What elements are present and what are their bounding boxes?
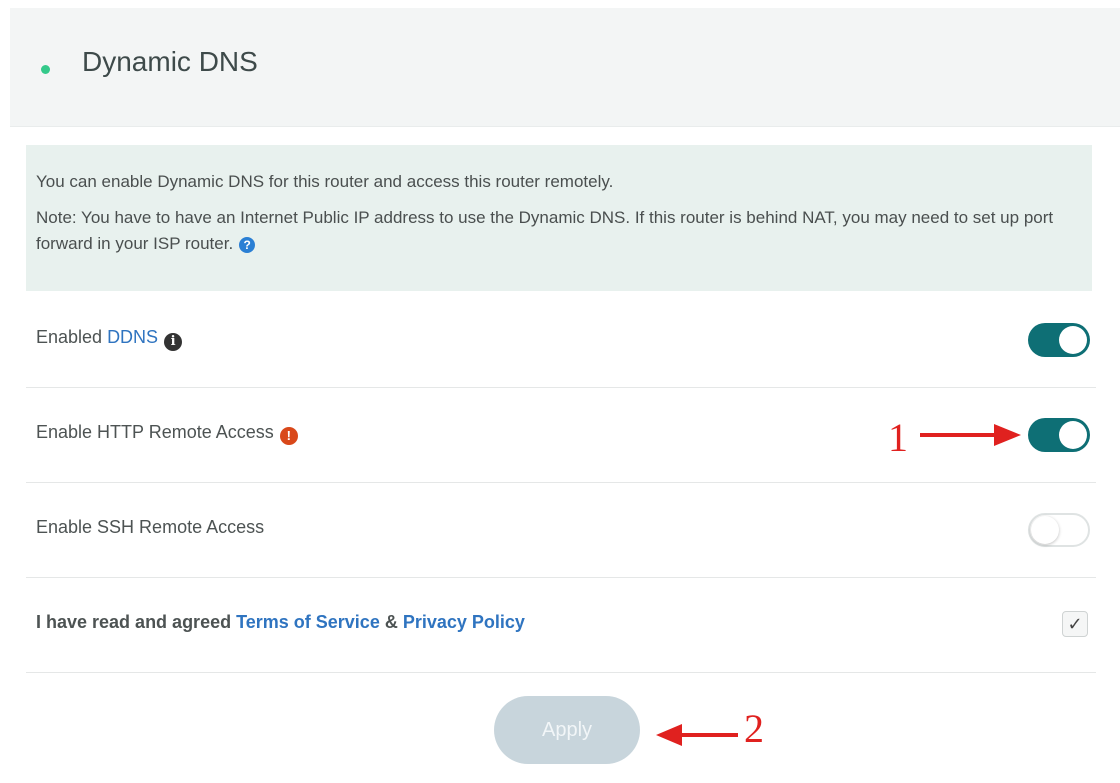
toggle-knob [1059,326,1087,354]
agreement-row: I have read and agreed Terms of Service … [26,578,1096,673]
ddns-label: Enabled DDNS i [36,327,183,351]
help-question-icon[interactable]: ? [239,236,256,253]
http-remote-label-text: Enable HTTP Remote Access [36,422,274,442]
info-icon[interactable]: i [164,333,183,351]
agreement-prefix: I have read and agreed [36,612,237,632]
agreement-ampersand: & [379,612,403,632]
warning-icon[interactable]: ! [279,427,298,445]
info-notice: You can enable Dynamic DNS for this rout… [26,145,1092,291]
agreement-checkbox[interactable]: ✓ [1062,611,1088,637]
toggle-knob [1031,516,1059,544]
notice-line-2: Note: You have to have an Internet Publi… [36,205,1076,257]
notice-line-2-text: Note: You have to have an Internet Publi… [36,208,1054,253]
notice-line-1: You can enable Dynamic DNS for this rout… [36,172,614,191]
top-cropped-strip [0,0,1120,8]
terms-of-service-link[interactable]: Terms of Service [236,612,380,632]
privacy-policy-link[interactable]: Privacy Policy [403,612,525,632]
annotation-arrow-left-icon [656,724,738,746]
toggle-knob [1059,421,1087,449]
section-header: Dynamic DNS [10,8,1120,127]
ddns-link[interactable]: DDNS [107,327,158,347]
ddns-label-prefix: Enabled [36,327,108,347]
ddns-row: Enabled DDNS i [26,293,1096,388]
section-title: Dynamic DNS [82,46,258,77]
http-remote-label: Enable HTTP Remote Access! [36,422,298,445]
ssh-remote-toggle[interactable] [1028,513,1090,547]
agreement-label: I have read and agreed Terms of Service … [36,612,525,633]
http-remote-toggle[interactable] [1028,418,1090,452]
ddns-toggle[interactable] [1028,323,1090,357]
annotation-number-1: 1 [888,415,908,460]
annotation-arrow-right-icon [920,424,1021,446]
ssh-remote-row: Enable SSH Remote Access [26,483,1096,578]
status-dot-icon [41,65,50,74]
ssh-remote-label: Enable SSH Remote Access [36,517,265,537]
apply-button[interactable]: Apply [494,696,640,764]
annotation-number-2: 2 [744,706,764,751]
